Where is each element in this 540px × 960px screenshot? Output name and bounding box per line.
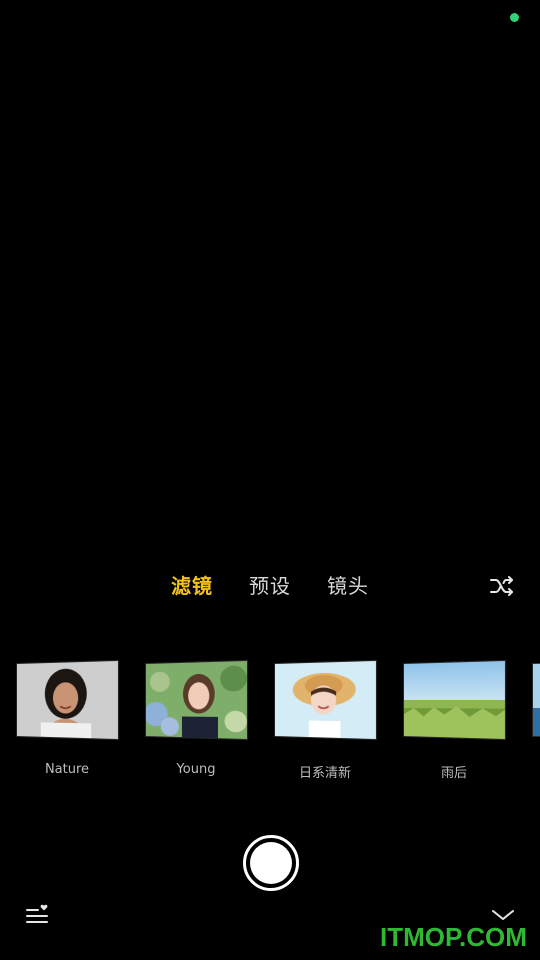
filter-label: Nature bbox=[44, 762, 90, 777]
filter-label: 日系清新 bbox=[298, 766, 351, 781]
shutter-inner bbox=[250, 842, 292, 884]
favorites-list-icon bbox=[26, 904, 48, 923]
tab-lens[interactable]: 镜头 bbox=[327, 572, 369, 600]
tab-presets[interactable]: 预设 bbox=[249, 572, 291, 600]
filter-thumbnail bbox=[533, 660, 540, 740]
shuffle-icon bbox=[490, 576, 513, 596]
filter-item-young[interactable]: Young bbox=[146, 650, 247, 785]
camera-screen: 滤镜 预设 镜头 Nature Young 日系清新 雨后 ITMOP.COM bbox=[0, 0, 540, 960]
mode-tabs: 滤镜 预设 镜头 bbox=[0, 566, 540, 606]
camera-in-use-indicator bbox=[510, 13, 519, 22]
site-watermark: ITMOP.COM bbox=[380, 922, 527, 952]
filter-thumbnail bbox=[404, 660, 505, 740]
filter-item-after-rain[interactable]: 雨后 bbox=[404, 650, 505, 785]
camera-viewfinder[interactable] bbox=[0, 0, 540, 560]
filter-thumbnail bbox=[275, 660, 376, 740]
filter-carousel[interactable]: Nature Young 日系清新 雨后 bbox=[0, 650, 540, 790]
filter-thumbnail bbox=[17, 660, 118, 740]
favorites-list-button[interactable] bbox=[24, 902, 52, 926]
shuffle-button[interactable] bbox=[488, 572, 516, 600]
filter-label: Young bbox=[176, 762, 216, 777]
tab-filters[interactable]: 滤镜 bbox=[171, 572, 213, 600]
filter-label: 雨后 bbox=[440, 766, 467, 781]
filter-item-partial[interactable] bbox=[533, 650, 540, 785]
shutter-button[interactable] bbox=[243, 835, 299, 891]
filter-item-japanese-fresh[interactable]: 日系清新 bbox=[275, 650, 376, 785]
filter-thumbnail bbox=[146, 660, 247, 740]
filter-item-nature[interactable]: Nature bbox=[17, 650, 118, 785]
